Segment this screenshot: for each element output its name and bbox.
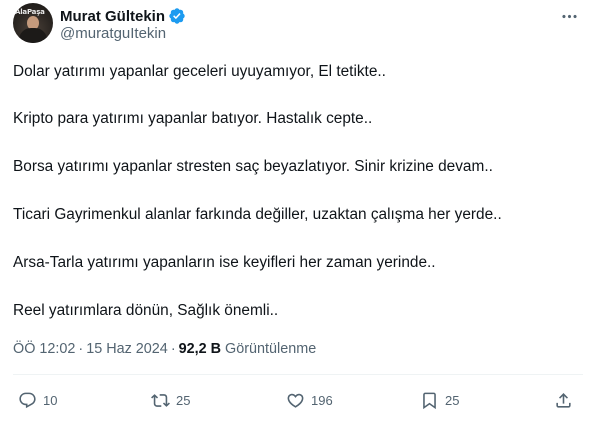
tweet: AlaPaşa Murat Gültekin @muratguItekin Do… [0,0,596,421]
bookmark-count: 25 [445,392,460,408]
reply-icon [19,392,36,408]
bookmark-button[interactable]: 25 [420,388,459,412]
bookmark-icon [423,392,436,409]
tweet-line: Borsa yatırımı yapanlar stresten saç bey… [13,158,493,175]
divider [13,374,583,375]
more-options-icon[interactable] [558,6,580,26]
avatar-shirt [19,28,47,43]
meta-separator: · [170,341,176,357]
tweet-time[interactable]: ÖÖ 12:02 [13,341,75,357]
tweet-meta: ÖÖ 12:02 · 15 Haz 2024 · 92,2 B Görüntülenme [13,341,316,357]
retweet-count: 25 [176,392,191,408]
retweet-button[interactable]: 25 [151,388,190,412]
tweet-line: Reel yatırımlara dönün, Sağlık önemli.. [13,302,279,319]
tweet-line: Kripto para yatırımı yapanlar batıyor. H… [13,110,373,127]
author-display-name[interactable]: Murat Gültekin [60,8,165,25]
reply-button[interactable]: 10 [18,388,57,412]
share-icon [556,392,571,408]
tweet-line: Dolar yatırımı yapanlar geceleri uyuyamı… [13,63,386,80]
tweet-line: Arsa-Tarla yatırımı yapanların ise keyif… [13,254,436,271]
like-count: 196 [311,392,333,408]
reply-count: 10 [43,392,58,408]
share-button[interactable] [554,388,573,412]
verified-badge-icon[interactable] [168,7,186,25]
like-button[interactable]: 196 [286,388,333,412]
author-name-row: Murat Gültekin [60,6,186,26]
views-count: 92,2 B [178,341,222,357]
heart-icon [287,393,304,408]
avatar-text: AlaPaşa [15,8,45,16]
retweet-icon [151,393,170,407]
views-label: Görüntülenme [225,341,317,357]
tweet-date[interactable]: 15 Haz 2024 [86,341,168,357]
meta-separator: · [78,341,84,357]
tweet-line: Ticari Gayrimenkul alanlar farkında deği… [13,206,502,223]
avatar[interactable]: AlaPaşa [13,3,53,43]
author-handle[interactable]: @muratguItekin [60,25,166,42]
